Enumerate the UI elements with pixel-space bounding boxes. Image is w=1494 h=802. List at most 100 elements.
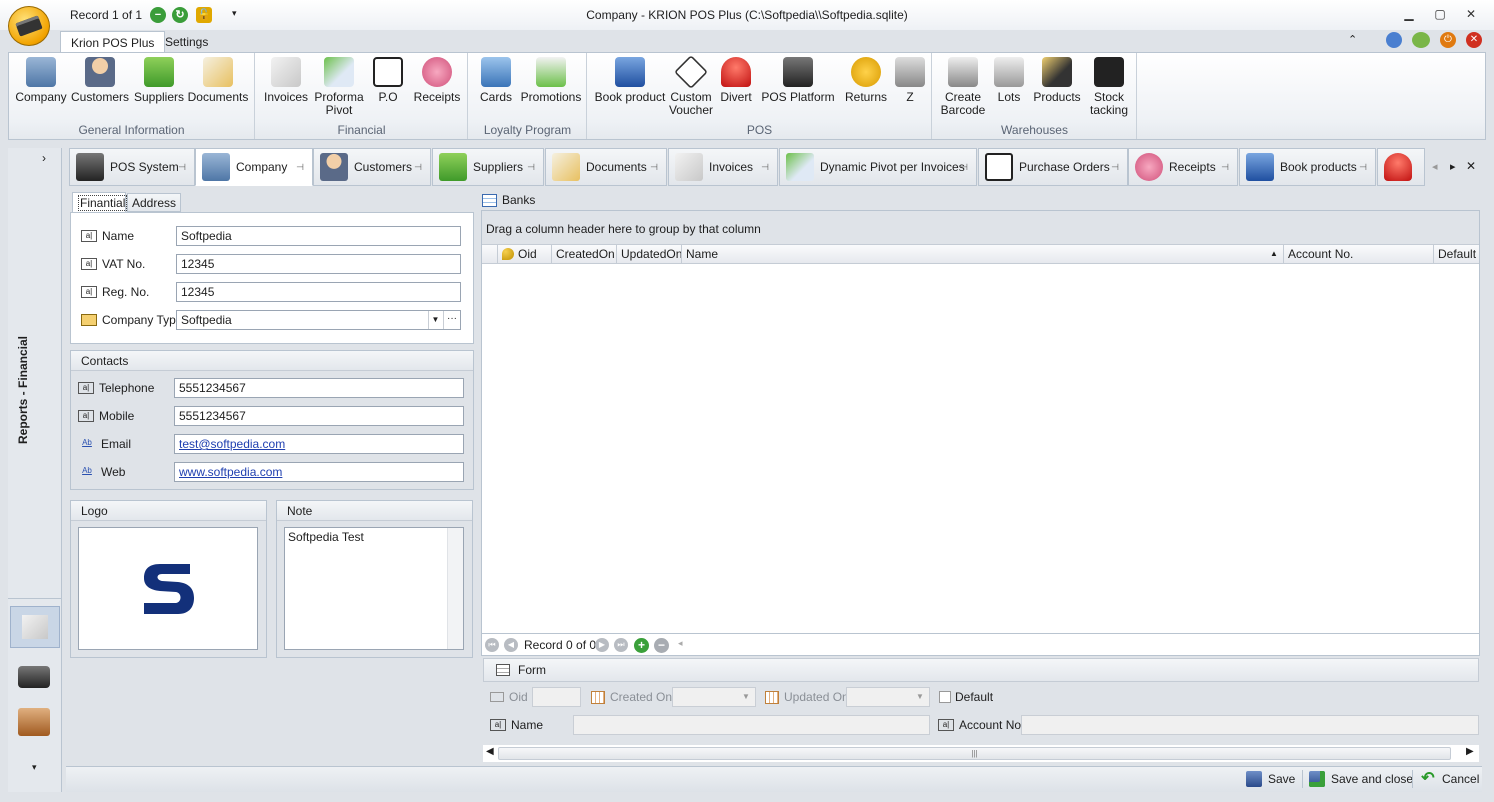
ellipsis-button[interactable]: ··· (443, 311, 460, 329)
tab-company[interactable]: Company ⊣ (195, 148, 313, 186)
z-report-button[interactable]: Z (894, 57, 926, 104)
note-textarea[interactable]: Softpedia Test (284, 527, 464, 650)
user-icon[interactable] (1386, 32, 1402, 48)
tab-pos-system[interactable]: POS System ⊣ (69, 148, 195, 186)
pin-icon[interactable]: ⊣ (178, 162, 186, 173)
sidebar-section-label[interactable]: Reports - Financial (16, 330, 56, 450)
previous-record-icon[interactable]: ◀ (504, 638, 518, 652)
scroll-thumb[interactable]: ||| (498, 747, 1451, 760)
proforma-pivot-button[interactable]: Proforma Pivot (312, 57, 366, 117)
tabs-scroll-right-icon[interactable]: ▸ (1450, 160, 1456, 173)
receipts-button[interactable]: Receipts (410, 57, 464, 104)
invoices-button[interactable]: Invoices (260, 57, 312, 104)
company-button[interactable]: Company (13, 57, 69, 104)
mobile-field[interactable]: 5551234567 (174, 406, 464, 426)
bank-name-field[interactable] (573, 715, 930, 735)
pin-icon[interactable]: ⊣ (296, 162, 304, 173)
tab-divert[interactable] (1377, 148, 1425, 186)
pos-platform-button[interactable]: POS Platform (758, 57, 838, 104)
col-account-no[interactable]: Account No. (1283, 245, 1433, 263)
next-record-icon[interactable]: ▶ (595, 638, 609, 652)
tab-book-products[interactable]: Book products ⊣ (1239, 148, 1376, 186)
tab-documents[interactable]: Documents ⊣ (545, 148, 667, 186)
pin-icon[interactable]: ⊣ (414, 162, 422, 173)
create-barcode-button[interactable]: Create Barcode (937, 57, 989, 117)
tab-purchase-orders[interactable]: Purchase Orders ⊣ (978, 148, 1128, 186)
pin-icon[interactable]: ⊣ (1359, 162, 1367, 173)
last-record-icon[interactable]: ⏭ (614, 638, 628, 652)
sidebar-item-store[interactable] (18, 708, 50, 736)
col-updatedon[interactable]: UpdatedOn (616, 245, 682, 263)
pin-icon[interactable]: ⊣ (960, 162, 968, 173)
exit-icon[interactable]: ✕ (1466, 32, 1482, 48)
promotions-button[interactable]: Promotions (519, 57, 583, 104)
email-field[interactable]: test@softpedia.com (174, 434, 464, 454)
scroll-right-icon[interactable]: ▶ (1466, 746, 1474, 757)
close-window-button[interactable]: ✕ (1460, 5, 1482, 23)
save-button[interactable]: Save (1246, 770, 1295, 788)
remove-record-icon[interactable]: − (654, 638, 669, 653)
add-record-icon[interactable]: + (634, 638, 649, 653)
tab-customers[interactable]: Customers ⊣ (313, 148, 431, 186)
tab-invoices[interactable]: Invoices ⊣ (668, 148, 778, 186)
reg-field[interactable]: 12345 (176, 282, 461, 302)
name-field[interactable]: Softpedia (176, 226, 461, 246)
web-field[interactable]: www.softpedia.com (174, 462, 464, 482)
documents-button[interactable]: Documents (187, 57, 249, 104)
custom-voucher-button[interactable]: Custom Voucher (668, 55, 714, 117)
expand-sidebar-icon[interactable]: › (42, 151, 46, 165)
users-icon[interactable] (1412, 32, 1430, 48)
account-no-field[interactable] (1021, 715, 1479, 735)
note-scrollbar[interactable] (447, 528, 463, 649)
minimize-button[interactable]: ▁ (1398, 5, 1420, 23)
chevron-down-icon[interactable]: ▼ (428, 311, 442, 329)
customers-button[interactable]: Customers (69, 57, 131, 104)
pin-icon[interactable]: ⊣ (761, 162, 769, 173)
sidebar-item-pos-system[interactable] (18, 666, 50, 688)
pin-icon[interactable]: ⊣ (1221, 162, 1229, 173)
collapse-ribbon-icon[interactable]: ⌃ (1348, 33, 1357, 46)
suppliers-button[interactable]: Suppliers (131, 57, 187, 104)
tab-receipts[interactable]: Receipts ⊣ (1128, 148, 1238, 186)
book-product-button[interactable]: Book product (592, 57, 668, 104)
col-oid[interactable]: Oid (497, 245, 551, 263)
default-checkbox[interactable]: Default (939, 690, 993, 704)
tab-settings[interactable]: Settings (155, 31, 218, 53)
col-createdon[interactable]: CreatedOn (551, 245, 616, 263)
oid-spin-field[interactable] (532, 687, 581, 707)
tabs-scroll-left-icon[interactable]: ◂ (1432, 160, 1438, 173)
tab-suppliers[interactable]: Suppliers ⊣ (432, 148, 544, 186)
cancel-button[interactable]: ↶ Cancel (1420, 770, 1479, 788)
chevron-down-icon[interactable]: ▼ (916, 692, 924, 701)
maximize-button[interactable]: ▢ (1429, 5, 1451, 23)
checkbox-box[interactable] (939, 691, 951, 703)
navigator-scroll-left-icon[interactable]: ◂ (678, 638, 683, 649)
app-menu-button[interactable] (8, 6, 50, 46)
scroll-left-icon[interactable]: ◀ (486, 746, 494, 757)
col-default[interactable]: Default (1433, 245, 1479, 263)
save-and-close-button[interactable]: Save and close (1309, 770, 1413, 788)
chevron-down-icon[interactable]: ▼ (742, 692, 750, 701)
returns-button[interactable]: Returns (838, 57, 894, 104)
telephone-field[interactable]: 5551234567 (174, 378, 464, 398)
lots-button[interactable]: Lots (989, 57, 1029, 104)
stock-tacking-button[interactable]: Stock tacking (1085, 57, 1133, 117)
tab-finantial[interactable]: Finantial (72, 192, 128, 212)
products-button[interactable]: Products (1029, 57, 1085, 104)
tab-krion-pos-plus[interactable]: Krion POS Plus (60, 31, 166, 53)
sidebar-item-invoices[interactable] (10, 606, 60, 648)
divert-button[interactable]: Divert (714, 57, 758, 104)
po-button[interactable]: P.O (366, 57, 410, 104)
close-tab-icon[interactable]: ✕ (1466, 159, 1476, 173)
cards-button[interactable]: Cards (473, 57, 519, 104)
sidebar-more-icon[interactable]: ▾ (32, 762, 37, 773)
company-type-select[interactable]: Softpedia (176, 310, 461, 330)
first-record-icon[interactable]: ⏮ (485, 638, 499, 652)
pin-icon[interactable]: ⊣ (650, 162, 658, 173)
pin-icon[interactable]: ⊣ (527, 162, 535, 173)
tab-dynamic-pivot[interactable]: Dynamic Pivot per Invoices ⊣ (779, 148, 977, 186)
tab-address[interactable]: Address (127, 193, 181, 212)
logo-image[interactable] (78, 527, 258, 650)
pin-icon[interactable]: ⊣ (1111, 162, 1119, 173)
power-icon[interactable]: ⏻ (1440, 32, 1456, 48)
